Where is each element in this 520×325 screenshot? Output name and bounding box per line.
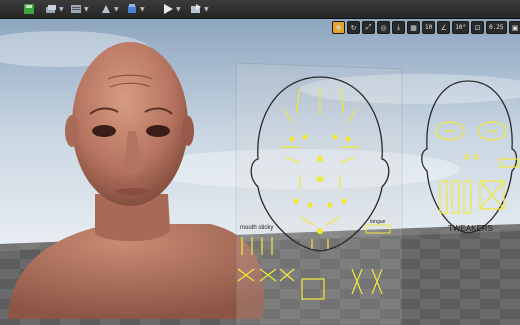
rig-board-frame	[235, 62, 403, 325]
move-icon: ✥	[335, 23, 342, 32]
source-control-button[interactable]: ▼	[45, 2, 64, 16]
play-icon	[164, 4, 173, 14]
tongue-label: tongue	[370, 219, 386, 225]
blueprints-button[interactable]: ▼	[126, 2, 145, 16]
camera-speed-button[interactable]: ▣	[508, 21, 520, 34]
modes-icon	[102, 5, 110, 13]
play-button[interactable]: ▼	[162, 2, 181, 16]
character-head	[72, 42, 188, 206]
select-translate-button[interactable]: ✥	[332, 21, 345, 34]
surface-snap-icon: ⤓	[396, 23, 401, 31]
scale-snap-value[interactable]: 0.25	[486, 21, 507, 34]
viewport-transform-toolbar: ✥ ↻ ⤢ ◎ ⤓ ▦ 10 ∠ 10° ⊡ 0.25 ▣ ⤢	[332, 21, 520, 36]
editor-toolbar: ▼ ▼ ▼ ▼ ▼ ▼	[0, 0, 520, 19]
character-ear-left	[65, 115, 79, 147]
mouth-sticky-label: mouth sticky	[240, 225, 273, 231]
content-button[interactable]: ▼	[70, 2, 89, 16]
scale-snap-icon: ⊡	[474, 23, 481, 32]
modes-button[interactable]: ▼	[100, 2, 119, 16]
content-icon	[71, 5, 81, 13]
scale-snap-button[interactable]: ⊡	[471, 21, 485, 34]
character-ear-right	[182, 116, 194, 146]
camera-icon: ▣	[511, 23, 519, 32]
rotate-button[interactable]: ↻	[347, 21, 360, 34]
grid-icon: ▦	[410, 23, 417, 32]
eye-left	[92, 125, 116, 137]
level-viewport[interactable]: mouth sticky tongue TWEAKERS ✥ ↻ ⤢ ◎ ⤓ ▦…	[0, 19, 520, 325]
save-button[interactable]	[23, 2, 35, 16]
rotate-snap-value[interactable]: 10°	[452, 21, 470, 34]
translate-snap-value[interactable]: 10	[422, 21, 436, 34]
angle-icon: ∠	[440, 23, 447, 32]
tweakers-label: TWEAKERS	[448, 224, 493, 233]
save-icon	[24, 4, 34, 14]
scale-button[interactable]: ⤢	[362, 21, 375, 34]
face-rig-board[interactable]: mouth sticky tongue	[235, 62, 403, 325]
rotate-snap-button[interactable]: ∠	[437, 21, 451, 34]
rotate-icon: ↻	[350, 23, 357, 32]
blueprint-icon	[128, 4, 136, 13]
launch-icon	[191, 4, 201, 13]
surface-snap-button[interactable]: ⤓	[392, 21, 405, 34]
launch-button[interactable]: ▼	[190, 2, 209, 16]
scene-view[interactable]: mouth sticky tongue TWEAKERS	[0, 19, 520, 325]
globe-icon: ◎	[380, 23, 387, 32]
scale-icon: ⤢	[365, 23, 372, 31]
source-control-icon	[46, 5, 56, 13]
world-local-button[interactable]: ◎	[377, 21, 390, 34]
eye-right	[146, 125, 170, 137]
grid-snap-button[interactable]: ▦	[407, 21, 420, 34]
